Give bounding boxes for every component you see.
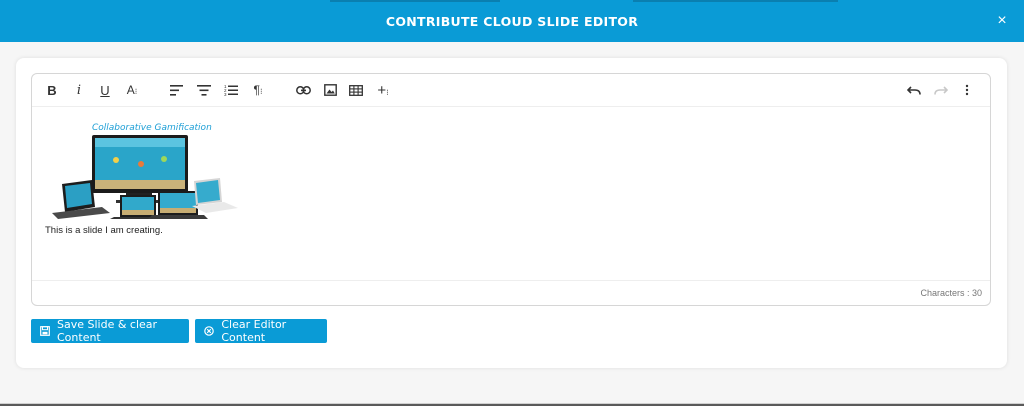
image-caption: Collaborative Gamification bbox=[92, 123, 212, 133]
image-icon bbox=[323, 84, 337, 96]
save-slide-label: Save Slide & clear Content bbox=[57, 318, 158, 344]
editor-content-area[interactable]: Collaborative Gamification This is a sli… bbox=[32, 107, 990, 282]
rich-text-editor: B i U A⁝ 1 2 3 ¶⁝ +⁝ Collaborative Gamif… bbox=[31, 73, 991, 306]
align-center-icon bbox=[197, 84, 211, 96]
save-slide-button[interactable]: Save Slide & clear Content bbox=[31, 318, 189, 344]
table-icon bbox=[349, 84, 363, 96]
paragraph-icon: ¶⁝ bbox=[253, 83, 263, 97]
devices-illustration bbox=[52, 135, 238, 219]
insert-more-button[interactable]: +⁝ bbox=[373, 81, 393, 99]
underline-button[interactable]: U bbox=[95, 81, 115, 99]
plus-icon: +⁝ bbox=[377, 81, 389, 99]
align-center-button[interactable] bbox=[194, 81, 214, 99]
align-left-icon bbox=[170, 84, 183, 96]
ordered-list-icon: 123 bbox=[224, 84, 238, 96]
link-icon bbox=[295, 85, 311, 95]
insert-image-button[interactable] bbox=[320, 81, 340, 99]
insert-link-button[interactable] bbox=[293, 81, 313, 99]
editor-footer: Characters : 30 bbox=[32, 280, 990, 305]
redo-button[interactable] bbox=[931, 81, 951, 99]
clear-editor-button[interactable]: Clear Editor Content bbox=[195, 318, 327, 344]
slide-editor-modal: CONTRIBUTE CLOUD SLIDE EDITOR × B i U A⁝… bbox=[0, 0, 1024, 404]
bold-icon: B bbox=[47, 82, 57, 98]
clear-circle-icon bbox=[204, 326, 214, 337]
editor-panel: B i U A⁝ 1 2 3 ¶⁝ +⁝ Collaborative Gamif… bbox=[16, 58, 1007, 368]
italic-icon: i bbox=[76, 82, 82, 98]
clear-editor-label: Clear Editor Content bbox=[221, 318, 287, 344]
insert-table-button[interactable] bbox=[346, 81, 366, 99]
svg-text:3: 3 bbox=[224, 92, 227, 96]
slide-body-text: This is a slide I am creating. bbox=[45, 225, 163, 236]
save-icon bbox=[40, 326, 50, 337]
align-left-button[interactable] bbox=[167, 81, 187, 99]
ordered-list-button[interactable]: 123 bbox=[221, 81, 241, 99]
redo-icon bbox=[934, 85, 948, 95]
editor-toolbar: B i U A⁝ 1 2 3 ¶⁝ +⁝ bbox=[32, 74, 990, 107]
bold-button[interactable]: B bbox=[42, 81, 62, 99]
underline-icon: U bbox=[100, 82, 110, 98]
paragraph-format-button[interactable]: ¶⁝ bbox=[248, 81, 268, 99]
modal-title: CONTRIBUTE CLOUD SLIDE EDITOR bbox=[385, 13, 639, 29]
more-options-button[interactable] bbox=[957, 81, 977, 99]
font-size-button[interactable]: A⁝ bbox=[122, 81, 142, 99]
font-size-icon: A⁝ bbox=[126, 83, 138, 97]
undo-icon bbox=[907, 85, 921, 95]
kebab-icon bbox=[965, 84, 969, 96]
header-accent-line bbox=[330, 0, 500, 2]
italic-button[interactable]: i bbox=[69, 81, 89, 99]
character-count: Characters : 30 bbox=[920, 288, 982, 298]
header-accent-line bbox=[633, 0, 838, 2]
modal-header: CONTRIBUTE CLOUD SLIDE EDITOR × bbox=[0, 0, 1024, 42]
undo-button[interactable] bbox=[904, 81, 924, 99]
slide-image bbox=[46, 120, 238, 219]
close-button[interactable]: × bbox=[994, 13, 1010, 29]
